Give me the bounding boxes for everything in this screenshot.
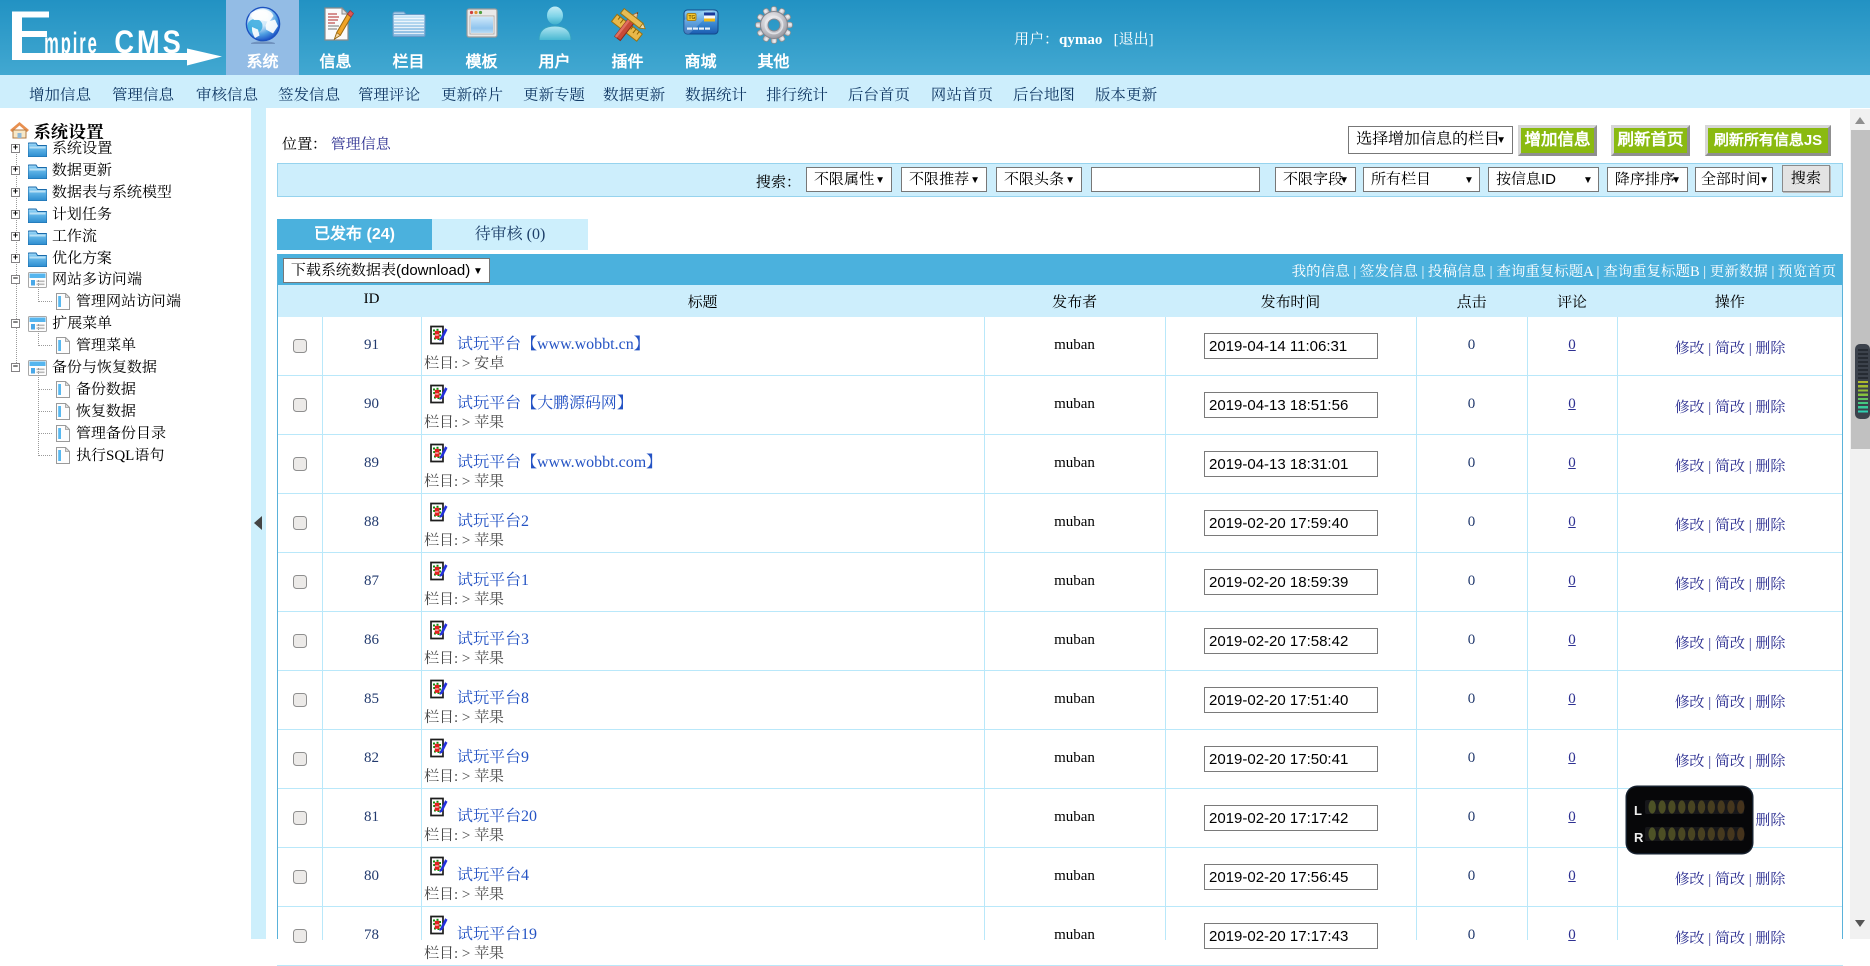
svg-text:mpire: mpire [44,27,99,60]
svg-text:CMS: CMS [114,25,183,61]
svg-text:TG: TG [688,15,695,21]
